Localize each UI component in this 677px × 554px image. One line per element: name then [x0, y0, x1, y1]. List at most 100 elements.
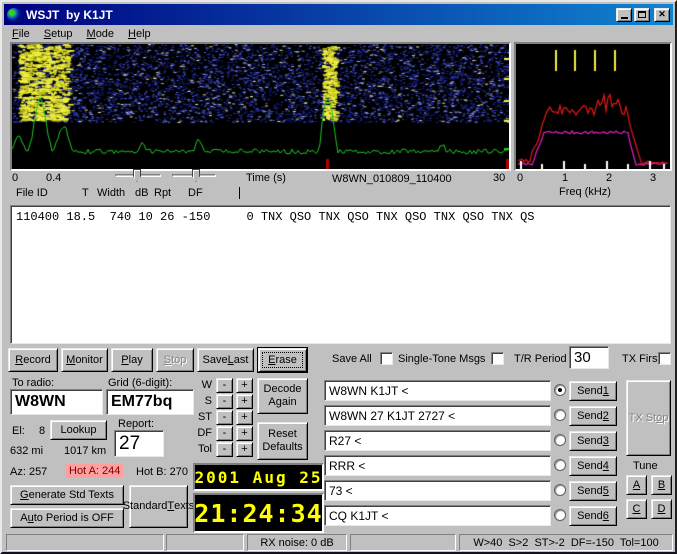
minimize-button[interactable]	[616, 8, 632, 22]
single-tone-checkbox[interactable]	[491, 352, 504, 365]
monitor-button[interactable]: Monitor	[61, 348, 108, 372]
lookup-button[interactable]: Lookup	[50, 420, 107, 440]
send-2-button[interactable]: Send 2	[569, 406, 617, 426]
time-tick-30: 30	[493, 172, 505, 184]
el-label: El:	[12, 425, 25, 437]
grid-field[interactable]: EM77bq	[106, 389, 194, 415]
freq-tick-3: 3	[650, 172, 656, 184]
save-all-checkbox[interactable]	[380, 352, 393, 365]
message-field-5[interactable]: 73 <	[324, 480, 551, 501]
decode-again-button[interactable]: Decode Again	[257, 378, 308, 414]
menu-file[interactable]: File	[5, 26, 37, 42]
message-radio-2[interactable]	[554, 409, 566, 421]
message-radio-1[interactable]	[554, 384, 566, 396]
tr-period-field[interactable]: 30	[569, 346, 609, 369]
slider-thumb[interactable]	[133, 169, 141, 182]
reset-defaults-button[interactable]: Reset Defaults	[257, 422, 308, 460]
report-field[interactable]: 27	[114, 430, 164, 457]
message-field-2[interactable]: W8WN 27 K1JT 2727 <	[324, 405, 551, 426]
st-plus-button[interactable]: +	[236, 410, 253, 425]
tr-period-label: T/R Period	[514, 353, 567, 365]
stop-button: Stop	[156, 348, 194, 372]
erase-label: Erase	[268, 354, 297, 367]
send-3-button[interactable]: Send 3	[569, 431, 617, 451]
tol-minus-button[interactable]: -	[216, 442, 233, 457]
send-1-button[interactable]: Send 1	[569, 381, 617, 401]
menu-help[interactable]: Help	[121, 26, 158, 42]
menu-setup[interactable]: Setup	[37, 26, 80, 42]
spectrum-panel	[514, 42, 672, 171]
message-field-1[interactable]: W8WN K1JT <	[324, 380, 551, 401]
df-plus-button[interactable]: +	[236, 426, 253, 441]
file-id-value: W8WN_010809_110400	[332, 173, 452, 185]
freq-tick-2: 2	[606, 172, 612, 184]
time-tick-0: 0	[12, 172, 18, 184]
message-field-4[interactable]: RRR <	[324, 455, 551, 476]
tune-d-button[interactable]: D	[651, 499, 672, 519]
s-minus-button[interactable]: -	[216, 394, 233, 409]
save-last-button[interactable]: Save Last	[197, 348, 254, 372]
tune-c-button[interactable]: C	[626, 499, 647, 519]
stepper-tol-label: Tol	[190, 443, 212, 455]
wsjt-window: WSJT by K1JT ✕ File Setup Mode Help 0 0.…	[0, 0, 677, 554]
status-rx-noise: RX noise: 0 dB	[247, 534, 347, 551]
message-radio-4[interactable]	[554, 459, 566, 471]
stepper-w-label: W	[190, 379, 212, 391]
message-field-6[interactable]: CQ K1JT <	[324, 505, 551, 526]
tx-first-checkbox[interactable]	[658, 352, 671, 365]
df-minus-button[interactable]: -	[216, 426, 233, 441]
w-plus-button[interactable]: +	[236, 378, 253, 393]
minimize-icon	[621, 17, 628, 19]
close-button[interactable]: ✕	[654, 8, 670, 22]
menu-mode[interactable]: Mode	[80, 26, 122, 42]
message-field-3[interactable]: R27 <	[324, 430, 551, 451]
message-radio-3[interactable]	[554, 434, 566, 446]
send-5-button[interactable]: Send 5	[569, 481, 617, 501]
distance-mi: 632 mi	[10, 445, 43, 457]
erase-button[interactable]: Erase	[258, 348, 307, 372]
st-minus-button[interactable]: -	[216, 410, 233, 425]
send-6-button[interactable]: Send 6	[569, 506, 617, 526]
time-tick-04: 0.4	[46, 172, 61, 184]
generate-std-texts-button[interactable]: Generate Std Texts	[10, 485, 124, 505]
auto-period-button[interactable]: Auto Period is OFF	[10, 508, 124, 528]
hot-a-badge: Hot A: 244	[66, 464, 123, 478]
message-radio-5[interactable]	[554, 484, 566, 496]
decode-text-area[interactable]: 110400 18.5 740 10 26 -150 0 TNX QSO TNX…	[10, 205, 671, 344]
col-db: dB	[135, 187, 148, 199]
send-4-button[interactable]: Send 4	[569, 456, 617, 476]
col-t: T	[82, 187, 89, 199]
hot-b-value: Hot B: 270	[136, 466, 188, 478]
az-value: Az: 257	[10, 466, 47, 478]
save-all-label: Save All	[332, 353, 372, 365]
message-radio-6[interactable]	[554, 509, 566, 521]
standard-texts-button[interactable]: Standard Texts	[129, 485, 188, 528]
waterfall-zero-slider[interactable]	[172, 169, 216, 182]
time-display: 21:24:34	[193, 493, 324, 533]
text-caret	[239, 187, 240, 199]
col-width: Width	[97, 187, 125, 199]
title-bar[interactable]: WSJT by K1JT ✕	[4, 4, 673, 25]
w-minus-button[interactable]: -	[216, 378, 233, 393]
el-value: 8	[39, 425, 45, 437]
freq-axis-label: Freq (kHz)	[559, 186, 611, 198]
stepper-st-label: ST	[190, 411, 212, 423]
slider-thumb[interactable]	[192, 169, 200, 182]
to-radio-field[interactable]: W8WN	[10, 389, 103, 415]
s-plus-button[interactable]: +	[236, 394, 253, 409]
maximize-button[interactable]	[634, 8, 650, 22]
menu-bar: File Setup Mode Help	[4, 25, 673, 43]
to-radio-label: To radio:	[12, 377, 54, 389]
window-title: WSJT by K1JT	[26, 8, 614, 22]
record-button[interactable]: Record	[8, 348, 58, 372]
tune-b-button[interactable]: B	[651, 475, 672, 495]
waterfall-gain-slider[interactable]	[115, 169, 161, 182]
tol-plus-button[interactable]: +	[236, 442, 253, 457]
play-button[interactable]: Play	[111, 348, 153, 372]
grid-label: Grid (6-digit):	[108, 377, 172, 389]
single-tone-label: Single-Tone Msgs	[398, 353, 485, 365]
tune-a-button[interactable]: A	[626, 475, 647, 495]
time-axis-label: Time (s)	[246, 172, 286, 184]
status-panel-2	[166, 534, 244, 551]
status-panel-1	[6, 534, 164, 551]
